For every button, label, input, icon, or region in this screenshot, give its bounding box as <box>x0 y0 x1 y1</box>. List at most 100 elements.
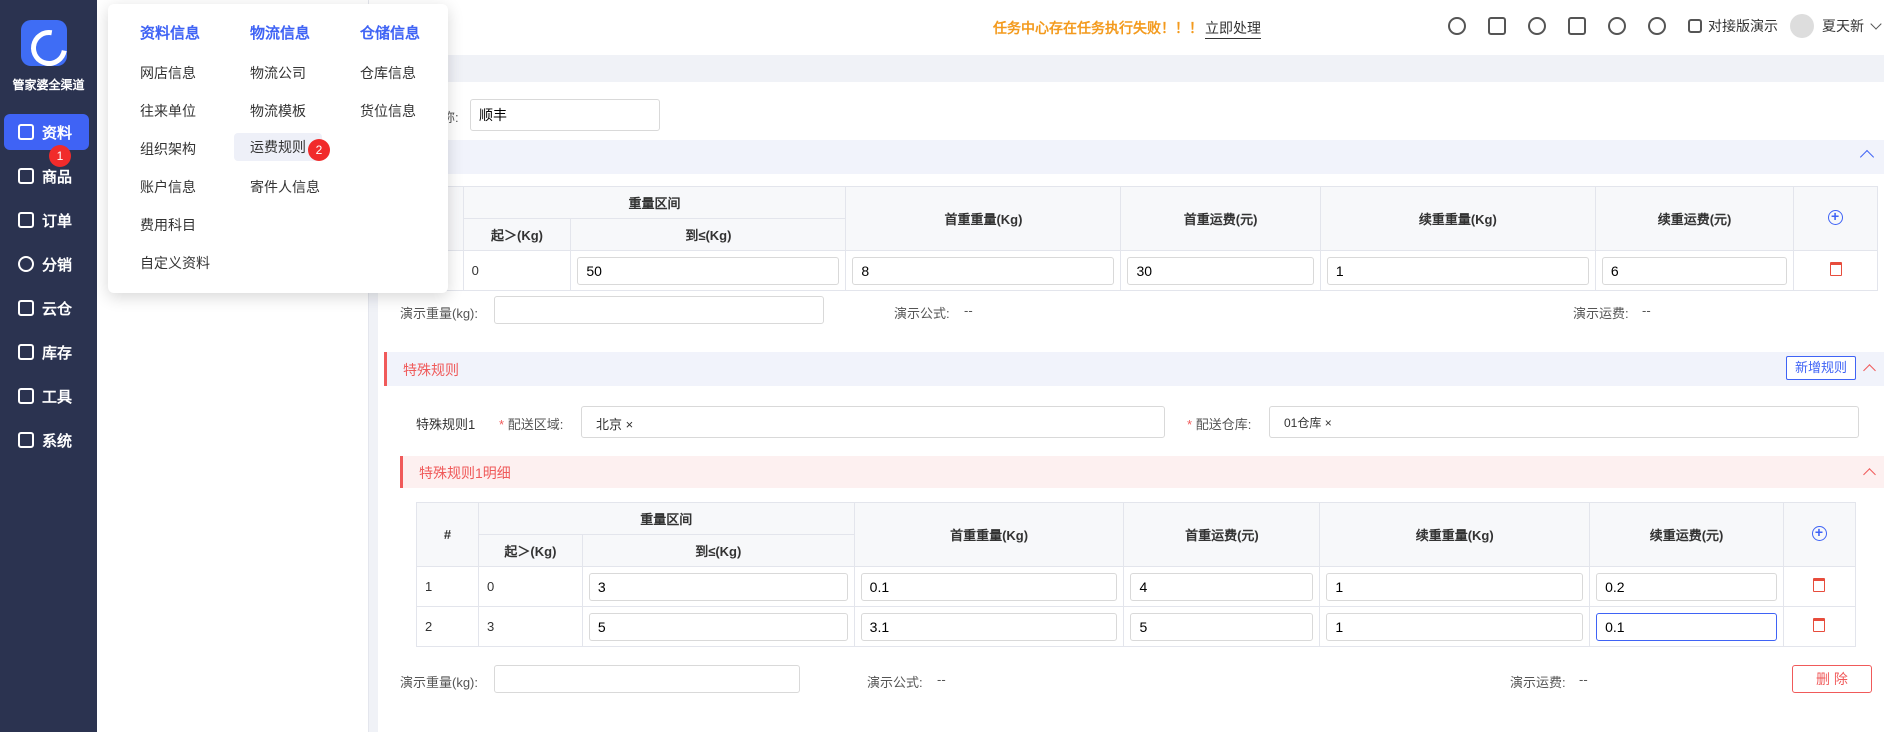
nav-item-distribution[interactable]: 分销 <box>4 246 89 282</box>
menu-item-expense[interactable]: 费用科目 <box>132 211 204 239</box>
remove-tag-icon[interactable]: × <box>1325 416 1332 430</box>
main-nav: 资料 商品 订单 分销 云仓 库存 工具 系统 <box>0 114 97 466</box>
menu-item-logistics-template[interactable]: 物流模板 <box>242 97 314 125</box>
area-select[interactable]: 北京 × <box>581 406 1165 438</box>
demo-formula-value: -- <box>937 672 946 687</box>
menu-item-custom[interactable]: 自定义资料 <box>132 249 218 277</box>
demo-fee-label: 演示运费: <box>1573 306 1629 321</box>
cell-index: 2 <box>416 606 479 647</box>
base-rule-table: 重量区间 首重重量(Kg) 首重运费(元) 续重重量(Kg) 续重运费(元) 起… <box>378 186 1878 291</box>
bell-icon[interactable] <box>1648 17 1666 35</box>
collapse-icon[interactable] <box>1859 149 1875 165</box>
cont-weight-input[interactable] <box>1326 612 1584 641</box>
cloud-warehouse-icon <box>18 300 34 316</box>
col-to: 到≤(Kg) <box>570 218 847 251</box>
delete-row-icon[interactable] <box>1813 618 1826 632</box>
toolbox-icon <box>18 388 34 404</box>
add-row-icon[interactable] <box>1811 524 1827 541</box>
first-weight-input[interactable] <box>852 256 1115 285</box>
collapse-detail-icon[interactable] <box>1863 468 1876 481</box>
nav-item-system[interactable]: 系统 <box>4 422 89 458</box>
delete-button[interactable]: 删 除 <box>1792 665 1872 693</box>
menu-item-warehouse[interactable]: 仓库信息 <box>352 59 424 87</box>
warehouse-select[interactable]: 01仓库 × <box>1269 406 1859 438</box>
handle-now-link[interactable]: 立即处理 <box>1205 18 1261 39</box>
special-detail-title: 特殊规则1明细 <box>419 465 511 481</box>
avatar[interactable] <box>1790 14 1814 38</box>
demo-weight-label: 演示重量(kg): <box>400 675 479 690</box>
cont-fee-input[interactable] <box>1596 612 1777 641</box>
add-row-icon[interactable] <box>1828 208 1844 225</box>
warehouse-label: * 配送仓库: <box>1187 417 1252 432</box>
remove-tag-icon[interactable]: × <box>626 417 634 432</box>
search-icon[interactable] <box>1448 17 1466 35</box>
col-cont-weight: 续重重量(Kg) <box>1319 186 1596 251</box>
nav-item-goods[interactable]: 商品 <box>4 158 89 194</box>
nav-item-orders[interactable]: 订单 <box>4 202 89 238</box>
menu-item-partners[interactable]: 往来单位 <box>132 97 204 125</box>
col-cont-fee: 续重运费(元) <box>1589 502 1784 567</box>
demo-weight-label: 演示重量(kg): <box>400 306 479 321</box>
data-dropdown-menu: 资料信息 物流信息 仓储信息 网店信息 往来单位 组织架构 账户信息 费用科目 … <box>108 4 448 293</box>
first-fee-input[interactable] <box>1130 572 1314 601</box>
cont-fee-input[interactable] <box>1596 572 1777 601</box>
book-icon[interactable] <box>1568 17 1586 35</box>
cell-from: 0 <box>477 566 583 607</box>
nav-item-inventory[interactable]: 库存 <box>4 334 89 370</box>
step-badge-2: 2 <box>308 139 330 161</box>
nav-item-cloud-warehouse[interactable]: 云仓 <box>4 290 89 326</box>
demo-fee-label: 演示运费: <box>1510 675 1566 690</box>
building-icon <box>1688 19 1702 33</box>
name-input[interactable] <box>470 99 660 131</box>
col-weight-range: 重量区间 <box>462 186 847 219</box>
add-rule-button[interactable]: 新增规则 <box>1785 356 1856 380</box>
app-logo[interactable] <box>21 20 67 66</box>
rule-section-header: 则 <box>378 140 1884 174</box>
demo-fee-value: -- <box>1642 303 1651 318</box>
table-row: 2 3 <box>416 606 1857 647</box>
user-name[interactable]: 夏天新 <box>1822 16 1864 36</box>
menu-item-accounts[interactable]: 账户信息 <box>132 173 204 201</box>
document-icon <box>18 212 34 228</box>
headset-icon[interactable] <box>1528 17 1546 35</box>
menu-head-logistics: 物流信息 <box>250 25 311 42</box>
sidebar: 管家婆全渠道 资料 商品 订单 分销 云仓 库存 工具 系统 <box>0 0 97 732</box>
delete-row-icon[interactable] <box>1813 578 1826 592</box>
nav-item-tools[interactable]: 工具 <box>4 378 89 414</box>
first-fee-input[interactable] <box>1127 256 1314 285</box>
cont-fee-input[interactable] <box>1601 256 1788 285</box>
delete-row-icon[interactable] <box>1829 262 1842 276</box>
version-switch[interactable]: 对接版演示 <box>1688 16 1778 36</box>
first-weight-input[interactable] <box>860 612 1118 641</box>
to-input[interactable] <box>588 572 848 601</box>
to-input[interactable] <box>588 612 848 641</box>
demo-weight-input[interactable] <box>494 296 824 324</box>
demo-weight-input[interactable] <box>494 665 800 693</box>
col-cont-fee: 续重运费(元) <box>1594 186 1795 251</box>
special-detail-header: 特殊规则1明细 <box>400 456 1884 488</box>
menu-item-org[interactable]: 组织架构 <box>132 135 204 163</box>
network-icon <box>18 256 34 272</box>
first-fee-input[interactable] <box>1130 612 1314 641</box>
first-weight-input[interactable] <box>860 572 1118 601</box>
ai-icon[interactable] <box>1488 17 1506 35</box>
col-first-fee: 首重运费(元) <box>1123 502 1321 567</box>
menu-item-shop-info[interactable]: 网店信息 <box>132 59 204 87</box>
col-to: 到≤(Kg) <box>581 534 855 567</box>
col-first-weight: 首重重量(Kg) <box>853 502 1125 567</box>
collapse-special-icon[interactable] <box>1863 364 1876 377</box>
top-bar: 任务中心存在任务执行失败！！！ 立即处理 对接版演示 夏天新 <box>369 0 1884 55</box>
help-icon[interactable] <box>1608 17 1626 35</box>
menu-item-location[interactable]: 货位信息 <box>352 97 424 125</box>
cont-weight-input[interactable] <box>1326 256 1589 285</box>
menu-item-sender[interactable]: 寄件人信息 <box>242 173 328 201</box>
toolbar-icons: 对接版演示 夏天新 <box>1448 14 1884 38</box>
chevron-down-icon[interactable] <box>1870 18 1882 30</box>
table-row: 1 0 <box>416 566 1857 607</box>
col-weight-range: 重量区间 <box>477 502 855 535</box>
to-input[interactable] <box>577 256 840 285</box>
menu-item-logistics-company[interactable]: 物流公司 <box>242 59 314 87</box>
table-row: 0 <box>378 250 1878 291</box>
cont-weight-input[interactable] <box>1326 572 1584 601</box>
nav-item-data[interactable]: 资料 <box>4 114 89 150</box>
